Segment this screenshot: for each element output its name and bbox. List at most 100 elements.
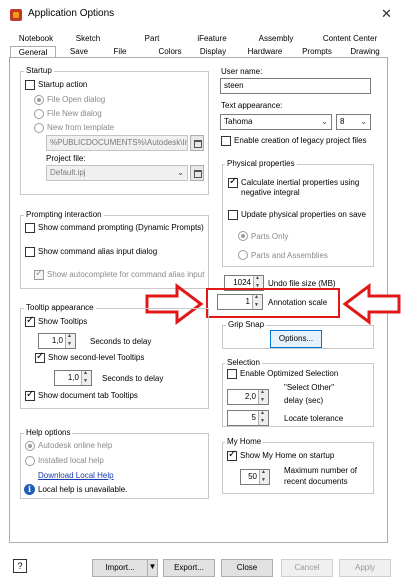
project-browse-button[interactable]: [190, 165, 204, 181]
download-help-link[interactable]: Download Local Help: [38, 471, 114, 480]
show-prompting-checkbox[interactable]: [25, 223, 35, 233]
legacy-project-label: Enable creation of legacy project files: [234, 136, 367, 145]
tab-sketch[interactable]: Sketch: [62, 33, 114, 45]
font-size-dropdown[interactable]: 8 ⌄: [336, 114, 371, 130]
parts-assemblies-radio[interactable]: [238, 250, 248, 260]
stepper-arrows-icon[interactable]: [258, 389, 268, 404]
stepper-arrows-icon[interactable]: [259, 469, 269, 484]
grip-snap-options-button[interactable]: Options...: [270, 330, 322, 348]
calc-inertial-label: Calculate inertial properties using nega…: [241, 178, 360, 197]
undo-size-label: Undo file size (MB): [268, 279, 336, 288]
left-arrow-icon: [342, 283, 401, 325]
project-file-label: Project file:: [46, 154, 86, 163]
show-prompting-label: Show command prompting (Dynamic Prompts): [38, 223, 204, 232]
update-on-save-checkbox[interactable]: [228, 210, 238, 220]
file-new-radio[interactable]: [34, 109, 44, 119]
template-browse-button[interactable]: [190, 135, 204, 151]
chevron-down-icon: ⌄: [177, 168, 184, 177]
online-help-radio[interactable]: [25, 441, 35, 451]
startup-group-label: Startup: [24, 66, 54, 75]
text-appearance-label: Text appearance:: [221, 101, 283, 110]
locate-tolerance-value: 5: [251, 413, 256, 422]
tooltip-group-label: Tooltip appearance: [24, 303, 96, 312]
show-second-tooltips-checkbox[interactable]: [35, 351, 45, 363]
show-tooltips-checkbox[interactable]: [25, 315, 35, 327]
tooltip-delay-stepper[interactable]: 1,0: [38, 333, 76, 349]
help-group-label: Help options: [24, 428, 73, 437]
installed-help-label: Installed local help: [38, 456, 104, 465]
file-open-radio[interactable]: [34, 95, 44, 105]
myhome-group-label: My Home: [225, 437, 264, 446]
legacy-project-checkbox[interactable]: [221, 136, 231, 146]
show-myhome-checkbox[interactable]: [227, 449, 237, 461]
font-dropdown[interactable]: Tahoma ⌄: [220, 114, 332, 130]
show-autocomplete-checkbox[interactable]: [34, 268, 44, 280]
grip-snap-label: Grip Snap: [226, 320, 267, 329]
optimized-selection-label: Enable Optimized Selection: [240, 369, 339, 378]
tab-part[interactable]: Part: [126, 33, 178, 45]
help-unavailable-label: Local help is unavailable.: [38, 485, 128, 494]
show-tooltips-label: Show Tooltips: [38, 317, 88, 326]
close-button[interactable]: Close: [221, 559, 273, 577]
installed-help-radio[interactable]: [25, 456, 35, 466]
project-file-value: Default.ipj: [50, 168, 86, 177]
tooltip-delay-value: 1,0: [51, 336, 63, 345]
select-other-label: "Select Other": [284, 383, 335, 392]
startup-action-checkbox[interactable]: [25, 80, 35, 90]
show-alias-label: Show command alias input dialog: [38, 247, 158, 256]
caret-down-icon: ▼: [148, 562, 157, 571]
show-autocomplete-label: Show autocomplete for command alias inpu…: [47, 270, 205, 279]
app-icon: [10, 9, 22, 21]
file-new-label: File New dialog: [47, 109, 102, 118]
font-value: Tahoma: [224, 117, 253, 126]
locate-tolerance-label: Locate tolerance: [284, 414, 344, 423]
cancel-button[interactable]: Cancel: [281, 559, 333, 577]
physical-group-label: Physical properties: [225, 159, 297, 168]
parts-assemblies-label: Parts and Assemblies: [251, 251, 328, 260]
user-name-input[interactable]: steen: [220, 78, 371, 94]
info-icon: i: [24, 484, 35, 495]
max-recent-value: 50: [248, 472, 257, 481]
online-help-label: Autodesk online help: [38, 441, 113, 450]
import-button[interactable]: Import...: [92, 559, 148, 577]
show-alias-checkbox[interactable]: [25, 247, 35, 257]
import-dropdown-button[interactable]: ▼: [147, 559, 158, 577]
chevron-down-icon: ⌄: [360, 117, 367, 126]
prompting-group-label: Prompting interaction: [24, 210, 104, 219]
template-path-input[interactable]: %PUBLICDOCUMENTS%\Autodesk\Im: [46, 135, 188, 151]
project-file-dropdown[interactable]: Default.ipj ⌄: [46, 165, 188, 181]
help-button[interactable]: ?: [13, 559, 27, 573]
tab-notebook[interactable]: Notebook: [10, 33, 62, 45]
stepper-arrows-icon[interactable]: [81, 370, 91, 385]
close-icon[interactable]: ✕: [381, 6, 392, 22]
second-delay-label: Seconds to delay: [102, 374, 164, 383]
tooltip-delay-label: Seconds to delay: [90, 337, 152, 346]
stepper-arrows-icon[interactable]: [65, 333, 75, 348]
update-on-save-label: Update physical properties on save: [241, 210, 366, 219]
selection-group-label: Selection: [225, 358, 262, 367]
tab-ifeature[interactable]: iFeature: [186, 33, 238, 45]
parts-only-label: Parts Only: [251, 232, 289, 241]
optimized-selection-checkbox[interactable]: [227, 369, 237, 379]
show-second-tooltips-label: Show second-level Tooltips: [48, 353, 145, 362]
font-size-value: 8: [340, 117, 345, 126]
new-template-radio[interactable]: [34, 123, 44, 133]
second-delay-stepper[interactable]: 1,0: [54, 370, 92, 386]
select-other-delay-label: delay (sec): [284, 396, 324, 405]
highlight-box: [206, 288, 340, 318]
select-other-stepper[interactable]: 2,0: [227, 389, 269, 405]
select-other-value: 2,0: [244, 392, 256, 401]
chevron-down-icon: ⌄: [321, 117, 328, 126]
tab-assembly[interactable]: Assembly: [248, 33, 304, 45]
tab-content-center[interactable]: Content Center: [314, 33, 386, 45]
max-recent-stepper[interactable]: 50: [240, 469, 270, 485]
show-doc-tab-checkbox[interactable]: [25, 389, 35, 401]
locate-tolerance-stepper[interactable]: 5: [227, 410, 269, 426]
stepper-arrows-icon[interactable]: [258, 410, 268, 425]
export-button[interactable]: Export...: [163, 559, 215, 577]
max-recent-label-2: recent documents: [284, 477, 348, 486]
max-recent-label: Maximum number of: [284, 466, 357, 475]
calc-inertial-checkbox[interactable]: [228, 176, 238, 188]
apply-button[interactable]: Apply: [339, 559, 391, 577]
parts-only-radio[interactable]: [238, 231, 248, 241]
